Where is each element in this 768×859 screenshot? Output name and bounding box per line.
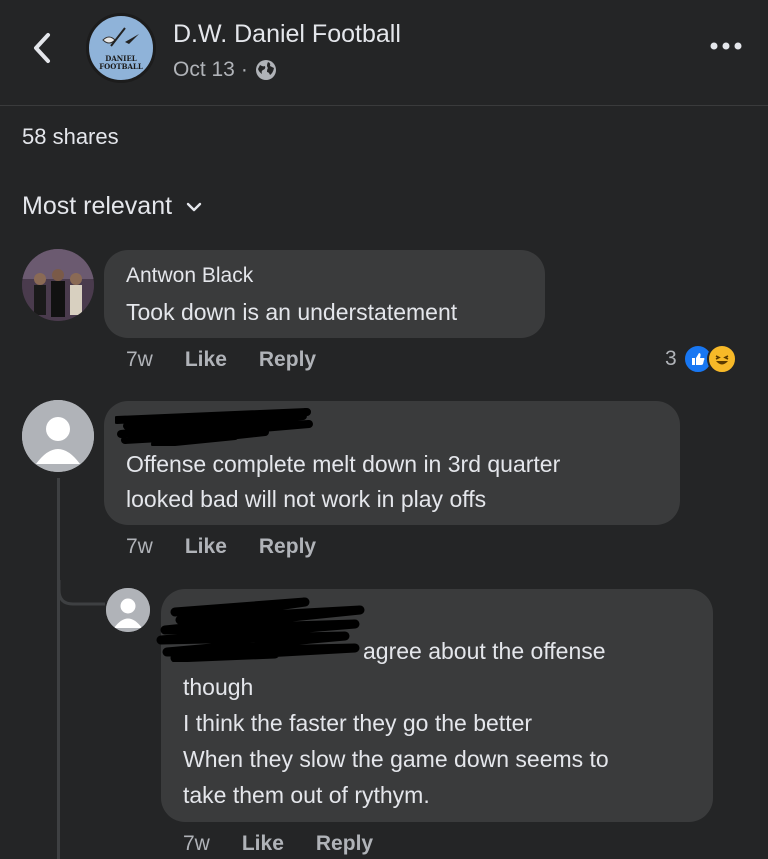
comment-text: though <box>183 674 254 700</box>
more-options-icon[interactable] <box>708 38 744 54</box>
like-button[interactable]: Like <box>242 832 284 856</box>
redaction-scribble <box>156 597 365 662</box>
default-avatar-icon <box>22 400 94 472</box>
reply-button[interactable]: Reply <box>259 535 316 559</box>
comment-author[interactable]: Antwon Black <box>126 264 253 288</box>
chevron-down-icon <box>186 202 202 211</box>
comment-text: Took down is an understatement <box>126 299 458 325</box>
comment-text: I think the faster they go the better <box>183 710 533 736</box>
comment-actions: 7w Like Reply <box>126 535 316 559</box>
avatar[interactable] <box>22 249 94 321</box>
comment-actions: 7w Like Reply <box>126 348 316 372</box>
sort-label: Most relevant <box>22 192 173 220</box>
shares-count[interactable]: 58 shares <box>22 124 119 150</box>
redaction-scribble <box>115 408 313 446</box>
haha-reaction-icon <box>706 344 737 374</box>
sort-dropdown[interactable]: Most relevant <box>22 192 202 221</box>
avatar[interactable] <box>106 588 150 632</box>
post-header: DANIEL FOOTBALL D.W. Daniel Football Oct… <box>0 0 768 106</box>
reply-button[interactable]: Reply <box>316 832 373 856</box>
default-avatar-icon <box>106 588 150 632</box>
comment-text: When they slow the game down seems to <box>183 746 609 772</box>
reaction-summary[interactable]: 3 <box>665 344 737 374</box>
avatar[interactable] <box>22 400 94 472</box>
comment-actions: 7w Like Reply <box>183 832 373 856</box>
svg-text:FOOTBALL: FOOTBALL <box>99 62 143 71</box>
globe-icon <box>255 60 276 80</box>
reaction-count: 3 <box>665 347 677 370</box>
thread-line <box>57 478 60 859</box>
team-logo-icon: DANIEL FOOTBALL <box>90 17 152 79</box>
comment-text: looked bad will not work in play offs <box>126 486 487 512</box>
reply-button[interactable]: Reply <box>259 348 316 372</box>
like-button[interactable]: Like <box>185 348 227 372</box>
like-button[interactable]: Like <box>185 535 227 559</box>
profile-photo-icon <box>22 249 94 321</box>
comment-time: 7w <box>183 832 210 855</box>
comment-text: take them out of rythym. <box>183 782 430 808</box>
comment-time: 7w <box>126 348 153 371</box>
comment-text: Offense complete melt down in 3rd quarte… <box>126 451 561 477</box>
date-separator: · <box>240 58 248 81</box>
post-date-text: Oct 13 <box>173 58 235 81</box>
post-date: Oct 13 · <box>173 58 278 82</box>
reply-connector <box>57 580 105 606</box>
comment-text: agree about the offense <box>363 638 606 664</box>
back-arrow-icon[interactable] <box>28 30 58 66</box>
page-avatar[interactable]: DANIEL FOOTBALL <box>86 13 156 83</box>
comment-time: 7w <box>126 535 153 558</box>
page-name[interactable]: D.W. Daniel Football <box>173 20 401 49</box>
